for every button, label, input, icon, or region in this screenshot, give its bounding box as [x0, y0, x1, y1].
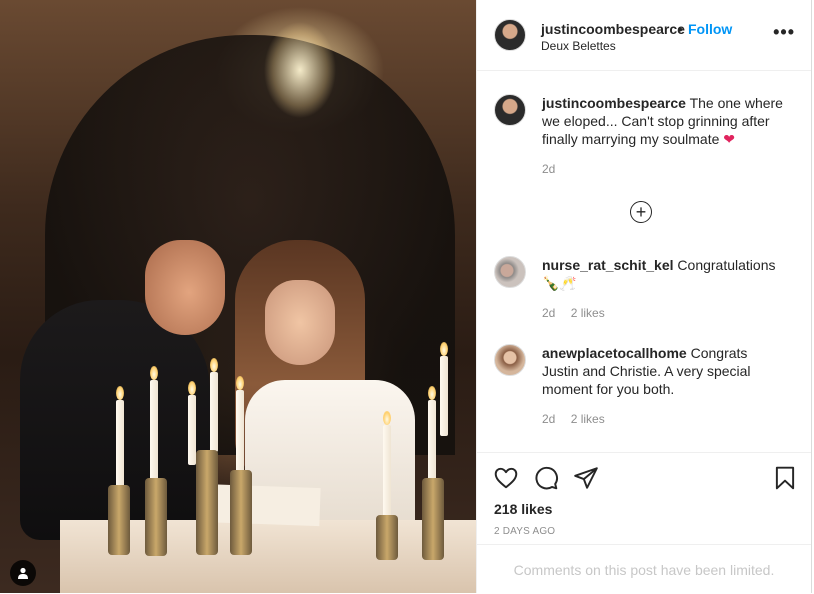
comment-body: anewplacetocallhome Congrats Justin and … — [542, 344, 787, 398]
comment-meta: 2d 2 likes — [542, 306, 617, 320]
likes-count[interactable]: 218 likes — [494, 501, 552, 517]
post-side-panel: justincoombespearce • Follow Deux Belett… — [476, 0, 812, 593]
tagged-users-button[interactable] — [10, 560, 36, 586]
photo-flame — [150, 366, 158, 380]
photo-flame — [383, 411, 391, 425]
photo-flame — [188, 381, 196, 395]
avatar[interactable] — [494, 94, 526, 126]
user-icon — [18, 567, 28, 579]
comments-section: justincoombespearce The one where we elo… — [477, 71, 811, 451]
header-username[interactable]: justincoombespearce — [541, 21, 685, 37]
post-photo[interactable] — [0, 0, 476, 593]
photo-candle-holder — [145, 478, 167, 556]
photo-candle — [188, 395, 196, 465]
comment-username[interactable]: anewplacetocallhome — [542, 345, 687, 361]
header-separator: • — [678, 21, 683, 37]
photo-flame — [428, 386, 436, 400]
photo-candle-holder — [108, 485, 130, 555]
more-options-icon[interactable]: ••• — [773, 22, 795, 43]
photo-flame — [440, 342, 448, 356]
photo-flame — [210, 358, 218, 372]
photo-candle-holder — [230, 470, 252, 555]
comments-limited-notice: Comments on this post have been limited. — [477, 544, 811, 594]
comment-time[interactable]: 2d — [542, 306, 555, 320]
photo-flame — [236, 376, 244, 390]
plus-circle-icon[interactable]: + — [630, 201, 652, 223]
post-actions: 218 likes 2 DAYS AGO — [477, 452, 811, 545]
photo-candle — [150, 380, 158, 490]
photo-candle — [210, 372, 218, 452]
post-header: justincoombespearce • Follow Deux Belett… — [477, 0, 811, 71]
comment-meta: 2d 2 likes — [542, 412, 617, 426]
photo-candle — [236, 390, 244, 475]
comment-body: nurse_rat_schit_kel Congratulations 🍾🥂 — [542, 256, 787, 292]
caption-time[interactable]: 2d — [542, 162, 555, 176]
avatar[interactable] — [494, 256, 526, 288]
comment-likes[interactable]: 2 likes — [571, 306, 605, 320]
follow-button[interactable]: Follow — [688, 21, 732, 37]
caption-body: justincoombespearce The one where we elo… — [542, 94, 787, 148]
caption-meta: 2d — [542, 162, 567, 176]
photo-candle — [440, 356, 448, 436]
location-link[interactable]: Deux Belettes — [541, 39, 616, 53]
post-timestamp[interactable]: 2 DAYS AGO — [494, 526, 555, 537]
photo-candle-holder — [422, 478, 444, 560]
photo-candle-holder — [196, 450, 218, 555]
avatar[interactable] — [494, 344, 526, 376]
photo-candle-holder — [376, 515, 398, 560]
heart-icon[interactable] — [493, 465, 519, 491]
red-heart-emoji: ❤ — [723, 131, 736, 147]
caption-username[interactable]: justincoombespearce — [542, 95, 686, 111]
photo-candle — [116, 400, 124, 490]
photo-groom-head — [145, 240, 225, 335]
photo-bride-face — [265, 280, 335, 365]
comment-time[interactable]: 2d — [542, 412, 555, 426]
photo-candle — [428, 400, 436, 480]
photo-candle — [383, 425, 391, 520]
comment-icon[interactable] — [533, 465, 559, 491]
avatar[interactable] — [494, 19, 526, 51]
photo-flame — [116, 386, 124, 400]
comment-username[interactable]: nurse_rat_schit_kel — [542, 257, 674, 273]
bookmark-icon[interactable] — [772, 465, 798, 491]
instagram-post: justincoombespearce • Follow Deux Belett… — [0, 0, 814, 593]
comment-likes[interactable]: 2 likes — [571, 412, 605, 426]
paper-plane-icon[interactable] — [573, 465, 599, 491]
photo-chandelier — [250, 0, 350, 140]
